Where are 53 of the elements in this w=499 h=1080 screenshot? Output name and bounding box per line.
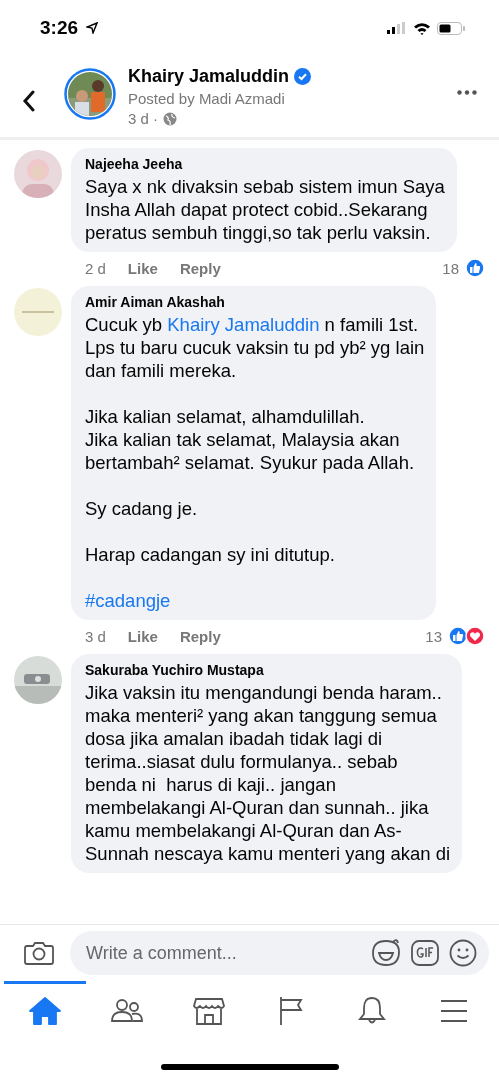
- location-arrow-icon: [86, 22, 99, 34]
- comment-field[interactable]: Write a comment...: [70, 931, 489, 975]
- reply-link[interactable]: Reply: [179, 259, 221, 277]
- comment-text: peratus sembuh tinggi,so tak perlu vaksin.: [85, 221, 432, 244]
- comment-time: 3 d: [85, 627, 106, 645]
- comment-text: kamu membelakangi Al-Quran dan As-: [85, 819, 403, 842]
- wifi-icon: [413, 21, 431, 35]
- like-reaction-icon: [465, 258, 485, 278]
- mention-link[interactable]: Khairy Jamaluddin: [167, 314, 320, 335]
- comment-text: dan famili mereka.: [85, 359, 238, 382]
- heart-reaction-icon: [465, 626, 485, 646]
- commenter-name[interactable]: Najeeha Jeeha: [85, 156, 183, 172]
- comment-text: Jika kalian tak selamat, Malaysia akan: [85, 428, 401, 451]
- comment-text: Insha Allah dapat protect cobid..Sekarang: [85, 198, 429, 221]
- comment-time: 2 d: [85, 259, 106, 277]
- posted-by: Posted by Madi Azmadi: [128, 90, 286, 107]
- camera-icon[interactable]: [24, 940, 54, 966]
- back-icon[interactable]: [22, 90, 36, 112]
- comment-text: Cucuk yb Khairy Jamaluddin n famili 1st.: [85, 313, 420, 336]
- comment-text: Saya x nk divaksin sebab sistem imun Saya: [85, 175, 445, 198]
- comment-text: maka menteri² yang akan tanggung semua: [85, 704, 438, 727]
- commenter-name[interactable]: Sakuraba Yuchiro Mustapa: [85, 662, 264, 678]
- post-time: 3 d ·: [128, 110, 158, 127]
- battery-icon: [437, 21, 465, 35]
- like-link[interactable]: Like: [127, 259, 158, 277]
- comment-text: Jika vaksin itu mengandungi benda haram..: [85, 681, 443, 704]
- comment-text: membelakangi Al-Quran dan sunnah.. jika: [85, 796, 430, 819]
- sticker-icon[interactable]: [371, 939, 401, 967]
- signal-icon: [387, 22, 407, 34]
- status-time: 3:26: [40, 17, 79, 39]
- reaction-count: 13: [425, 627, 442, 645]
- more-icon[interactable]: [457, 90, 477, 95]
- home-icon: [27, 996, 62, 1026]
- commenter-name[interactable]: Amir Aiman Akashah: [85, 294, 225, 310]
- gif-icon[interactable]: [411, 940, 439, 966]
- shop-icon: [191, 996, 226, 1026]
- comment-text: dosa jika amalan ibadah tidak lagi di: [85, 727, 384, 750]
- like-link[interactable]: Like: [127, 627, 158, 645]
- globe-icon: [163, 111, 177, 126]
- comment-text: terima..siasat dulu formulanya.. sebab: [85, 750, 399, 773]
- hashtag-link[interactable]: #cadangje: [85, 589, 425, 612]
- comment-text: Sunnah nescaya kamu menteri yang akan di: [85, 842, 451, 865]
- comment-text: Jika kalian selamat, alhamdulillah.: [85, 405, 366, 428]
- comment-text: benda ni harus di kaji.. jangan: [85, 773, 337, 796]
- reply-link[interactable]: Reply: [179, 627, 221, 645]
- reaction-count: 18: [442, 259, 459, 277]
- author-name[interactable]: Khairy Jamaluddin: [128, 66, 290, 87]
- emoji-icon[interactable]: [449, 939, 477, 967]
- comment-text: Harap cadangan sy ini ditutup.: [85, 543, 336, 566]
- comment-text: bertambah² selamat. Syukur pada Allah.: [85, 451, 416, 474]
- like-reaction-icon: [448, 626, 468, 646]
- comment-text: Sy cadang je.: [85, 497, 199, 520]
- comment-text: Lps tu baru cucuk vaksin tu pd yb² yg lain: [85, 336, 425, 359]
